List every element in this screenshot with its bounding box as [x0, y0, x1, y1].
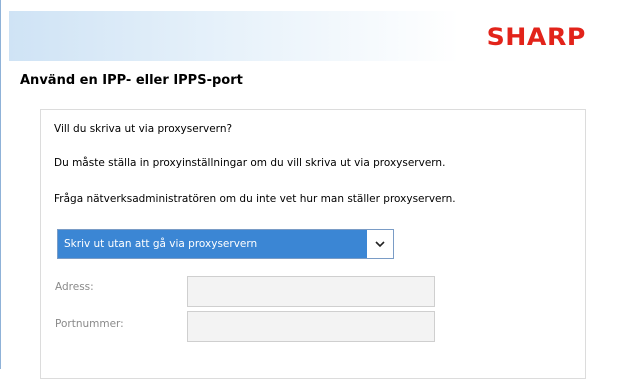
sharp-logo: SHARP: [487, 23, 587, 51]
proxy-mode-select[interactable]: Skriv ut utan att gå via proxyservern: [57, 229, 394, 259]
address-label: Adress:: [55, 281, 94, 293]
proxy-info-2: Fråga nätverksadministratören om du inte…: [54, 193, 456, 205]
address-field[interactable]: [187, 276, 435, 307]
proxy-question: Vill du skriva ut via proxyservern?: [54, 123, 233, 135]
port-label: Portnummer:: [55, 318, 124, 330]
proxy-info-1: Du måste ställa in proxyinställningar om…: [54, 157, 446, 169]
page-title: Använd en IPP- eller IPPS-port: [20, 73, 243, 88]
proxy-mode-selected-value: Skriv ut utan att gå via proxyservern: [58, 230, 367, 258]
chevron-down-icon[interactable]: [373, 237, 387, 251]
wizard-window: SHARP Använd en IPP- eller IPPS-port Vil…: [0, 0, 617, 379]
port-field[interactable]: [187, 311, 435, 342]
header-banner: SHARP: [9, 11, 610, 61]
content-panel: Vill du skriva ut via proxyservern? Du m…: [40, 109, 586, 379]
